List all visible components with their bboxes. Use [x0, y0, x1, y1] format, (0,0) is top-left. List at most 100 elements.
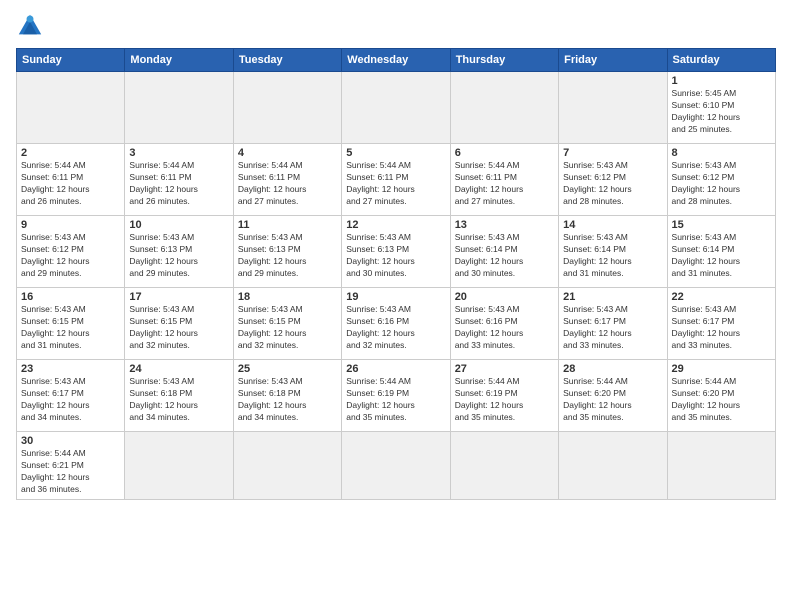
- calendar-cell: 23Sunrise: 5:43 AM Sunset: 6:17 PM Dayli…: [17, 360, 125, 432]
- day-number: 5: [346, 147, 445, 159]
- day-info: Sunrise: 5:43 AM Sunset: 6:15 PM Dayligh…: [238, 304, 337, 352]
- calendar-cell: 26Sunrise: 5:44 AM Sunset: 6:19 PM Dayli…: [342, 360, 450, 432]
- day-info: Sunrise: 5:44 AM Sunset: 6:20 PM Dayligh…: [672, 376, 771, 424]
- calendar-cell: 5Sunrise: 5:44 AM Sunset: 6:11 PM Daylig…: [342, 144, 450, 216]
- day-info: Sunrise: 5:43 AM Sunset: 6:17 PM Dayligh…: [672, 304, 771, 352]
- calendar-cell: 11Sunrise: 5:43 AM Sunset: 6:13 PM Dayli…: [233, 216, 341, 288]
- day-number: 7: [563, 147, 662, 159]
- day-number: 27: [455, 363, 554, 375]
- calendar-cell: 29Sunrise: 5:44 AM Sunset: 6:20 PM Dayli…: [667, 360, 775, 432]
- day-number: 9: [21, 219, 120, 231]
- calendar-cell: 3Sunrise: 5:44 AM Sunset: 6:11 PM Daylig…: [125, 144, 233, 216]
- day-info: Sunrise: 5:43 AM Sunset: 6:15 PM Dayligh…: [21, 304, 120, 352]
- calendar-cell: 2Sunrise: 5:44 AM Sunset: 6:11 PM Daylig…: [17, 144, 125, 216]
- day-number: 23: [21, 363, 120, 375]
- calendar-cell: 4Sunrise: 5:44 AM Sunset: 6:11 PM Daylig…: [233, 144, 341, 216]
- calendar-cell: 28Sunrise: 5:44 AM Sunset: 6:20 PM Dayli…: [559, 360, 667, 432]
- weekday-header-friday: Friday: [559, 49, 667, 72]
- day-number: 4: [238, 147, 337, 159]
- calendar-cell: [559, 432, 667, 500]
- logo-icon: [16, 12, 44, 40]
- calendar-cell: 20Sunrise: 5:43 AM Sunset: 6:16 PM Dayli…: [450, 288, 558, 360]
- day-info: Sunrise: 5:44 AM Sunset: 6:19 PM Dayligh…: [346, 376, 445, 424]
- day-info: Sunrise: 5:45 AM Sunset: 6:10 PM Dayligh…: [672, 88, 771, 136]
- day-info: Sunrise: 5:43 AM Sunset: 6:12 PM Dayligh…: [21, 232, 120, 280]
- calendar-cell: [450, 72, 558, 144]
- logo-area: [16, 12, 48, 40]
- weekday-header-monday: Monday: [125, 49, 233, 72]
- day-number: 15: [672, 219, 771, 231]
- calendar-cell: [342, 72, 450, 144]
- day-number: 14: [563, 219, 662, 231]
- calendar-cell: 10Sunrise: 5:43 AM Sunset: 6:13 PM Dayli…: [125, 216, 233, 288]
- day-number: 16: [21, 291, 120, 303]
- day-info: Sunrise: 5:44 AM Sunset: 6:11 PM Dayligh…: [238, 160, 337, 208]
- calendar-cell: 12Sunrise: 5:43 AM Sunset: 6:13 PM Dayli…: [342, 216, 450, 288]
- weekday-header-saturday: Saturday: [667, 49, 775, 72]
- day-number: 12: [346, 219, 445, 231]
- day-number: 25: [238, 363, 337, 375]
- weekday-header-wednesday: Wednesday: [342, 49, 450, 72]
- calendar-cell: [667, 432, 775, 500]
- day-info: Sunrise: 5:44 AM Sunset: 6:11 PM Dayligh…: [21, 160, 120, 208]
- day-info: Sunrise: 5:43 AM Sunset: 6:18 PM Dayligh…: [238, 376, 337, 424]
- calendar-cell: 9Sunrise: 5:43 AM Sunset: 6:12 PM Daylig…: [17, 216, 125, 288]
- calendar-cell: 13Sunrise: 5:43 AM Sunset: 6:14 PM Dayli…: [450, 216, 558, 288]
- day-info: Sunrise: 5:44 AM Sunset: 6:21 PM Dayligh…: [21, 448, 120, 496]
- calendar-cell: 25Sunrise: 5:43 AM Sunset: 6:18 PM Dayli…: [233, 360, 341, 432]
- day-number: 20: [455, 291, 554, 303]
- day-info: Sunrise: 5:43 AM Sunset: 6:13 PM Dayligh…: [238, 232, 337, 280]
- day-number: 21: [563, 291, 662, 303]
- calendar-cell: 16Sunrise: 5:43 AM Sunset: 6:15 PM Dayli…: [17, 288, 125, 360]
- calendar-cell: 8Sunrise: 5:43 AM Sunset: 6:12 PM Daylig…: [667, 144, 775, 216]
- calendar-cell: 6Sunrise: 5:44 AM Sunset: 6:11 PM Daylig…: [450, 144, 558, 216]
- calendar-cell: 22Sunrise: 5:43 AM Sunset: 6:17 PM Dayli…: [667, 288, 775, 360]
- calendar-cell: 18Sunrise: 5:43 AM Sunset: 6:15 PM Dayli…: [233, 288, 341, 360]
- day-info: Sunrise: 5:43 AM Sunset: 6:12 PM Dayligh…: [563, 160, 662, 208]
- calendar-cell: [125, 72, 233, 144]
- day-number: 28: [563, 363, 662, 375]
- day-number: 19: [346, 291, 445, 303]
- day-info: Sunrise: 5:44 AM Sunset: 6:20 PM Dayligh…: [563, 376, 662, 424]
- day-info: Sunrise: 5:43 AM Sunset: 6:17 PM Dayligh…: [563, 304, 662, 352]
- day-info: Sunrise: 5:43 AM Sunset: 6:16 PM Dayligh…: [346, 304, 445, 352]
- day-number: 17: [129, 291, 228, 303]
- day-number: 2: [21, 147, 120, 159]
- day-info: Sunrise: 5:43 AM Sunset: 6:14 PM Dayligh…: [455, 232, 554, 280]
- calendar-cell: 14Sunrise: 5:43 AM Sunset: 6:14 PM Dayli…: [559, 216, 667, 288]
- day-info: Sunrise: 5:43 AM Sunset: 6:18 PM Dayligh…: [129, 376, 228, 424]
- day-number: 18: [238, 291, 337, 303]
- day-info: Sunrise: 5:44 AM Sunset: 6:19 PM Dayligh…: [455, 376, 554, 424]
- day-info: Sunrise: 5:43 AM Sunset: 6:17 PM Dayligh…: [21, 376, 120, 424]
- weekday-header-tuesday: Tuesday: [233, 49, 341, 72]
- day-number: 30: [21, 435, 120, 447]
- calendar-cell: 19Sunrise: 5:43 AM Sunset: 6:16 PM Dayli…: [342, 288, 450, 360]
- calendar-cell: 15Sunrise: 5:43 AM Sunset: 6:14 PM Dayli…: [667, 216, 775, 288]
- day-info: Sunrise: 5:44 AM Sunset: 6:11 PM Dayligh…: [346, 160, 445, 208]
- day-info: Sunrise: 5:43 AM Sunset: 6:15 PM Dayligh…: [129, 304, 228, 352]
- day-number: 3: [129, 147, 228, 159]
- page: SundayMondayTuesdayWednesdayThursdayFrid…: [0, 0, 792, 612]
- day-number: 11: [238, 219, 337, 231]
- day-number: 6: [455, 147, 554, 159]
- calendar-cell: [233, 72, 341, 144]
- calendar-cell: [559, 72, 667, 144]
- day-info: Sunrise: 5:43 AM Sunset: 6:14 PM Dayligh…: [672, 232, 771, 280]
- day-info: Sunrise: 5:43 AM Sunset: 6:16 PM Dayligh…: [455, 304, 554, 352]
- day-number: 29: [672, 363, 771, 375]
- calendar-cell: [342, 432, 450, 500]
- calendar-cell: [17, 72, 125, 144]
- calendar-cell: 7Sunrise: 5:43 AM Sunset: 6:12 PM Daylig…: [559, 144, 667, 216]
- weekday-header-sunday: Sunday: [17, 49, 125, 72]
- calendar-cell: [125, 432, 233, 500]
- day-info: Sunrise: 5:43 AM Sunset: 6:12 PM Dayligh…: [672, 160, 771, 208]
- day-info: Sunrise: 5:43 AM Sunset: 6:13 PM Dayligh…: [129, 232, 228, 280]
- calendar-cell: [233, 432, 341, 500]
- calendar-cell: 24Sunrise: 5:43 AM Sunset: 6:18 PM Dayli…: [125, 360, 233, 432]
- day-info: Sunrise: 5:43 AM Sunset: 6:14 PM Dayligh…: [563, 232, 662, 280]
- calendar: SundayMondayTuesdayWednesdayThursdayFrid…: [16, 48, 776, 500]
- day-info: Sunrise: 5:44 AM Sunset: 6:11 PM Dayligh…: [455, 160, 554, 208]
- calendar-cell: [450, 432, 558, 500]
- day-number: 10: [129, 219, 228, 231]
- calendar-cell: 17Sunrise: 5:43 AM Sunset: 6:15 PM Dayli…: [125, 288, 233, 360]
